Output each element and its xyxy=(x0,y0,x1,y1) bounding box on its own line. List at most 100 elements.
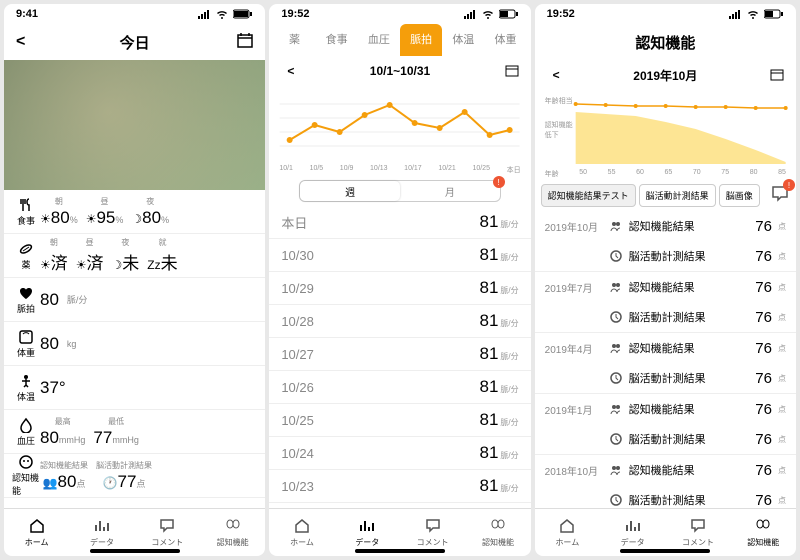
scale-icon xyxy=(18,329,34,345)
nav-cognition[interactable]: 認知機能 xyxy=(731,509,796,556)
row-unit: 脈/分 xyxy=(500,253,518,262)
wifi-icon xyxy=(215,9,229,19)
nav-cognition[interactable]: 認知機能 xyxy=(200,509,265,556)
back-button[interactable]: < xyxy=(16,33,25,51)
row-score: 76 xyxy=(755,279,772,296)
row-unit: 点 xyxy=(778,465,786,476)
status-indicators xyxy=(197,9,253,19)
history-row[interactable]: 脳活動計測結果76点 xyxy=(535,302,796,332)
tab-medicine[interactable]: 薬 xyxy=(273,24,315,56)
chat-button[interactable]: ! xyxy=(770,184,790,204)
tab-pulse[interactable]: 脈拍 xyxy=(400,24,442,56)
row-unit: 点 xyxy=(778,404,786,415)
metric-bp[interactable]: 血圧 最高80mmHg 最低77mmHg xyxy=(4,410,265,454)
clock-icon xyxy=(609,493,623,507)
people-icon xyxy=(609,219,623,233)
metric-pulse[interactable]: 脈拍 80脈/分 xyxy=(4,278,265,322)
history-row[interactable]: 脳活動計測結果76点 xyxy=(535,363,796,393)
data-row[interactable]: 10/2481脈/分 xyxy=(269,437,530,470)
nav-cognition[interactable]: 認知機能 xyxy=(465,509,530,556)
header: 認知機能 xyxy=(535,24,796,60)
row-label: 認知機能結果 xyxy=(629,462,695,478)
seg-month[interactable]: 月 xyxy=(400,181,500,201)
data-row[interactable]: 本日81脈/分 xyxy=(269,206,530,239)
wifi-icon xyxy=(481,9,495,19)
row-value: 81 xyxy=(480,311,499,330)
data-row[interactable]: 10/2581脈/分 xyxy=(269,404,530,437)
data-row[interactable]: 10/26 81脈/分 xyxy=(269,371,530,404)
tab-temp[interactable]: 体温 xyxy=(442,24,484,56)
tab-cog-test[interactable]: 認知機能結果テスト xyxy=(541,184,636,207)
tab-weight[interactable]: 体重 xyxy=(484,24,526,56)
row-score: 76 xyxy=(755,370,772,387)
history-row[interactable]: 脳活動計測結果76点 xyxy=(535,424,796,454)
row-date: 10/23 xyxy=(281,479,314,494)
wifi-icon xyxy=(746,9,760,19)
metric-cognition[interactable]: 認知機能 認知機能結果👥80点 脳活動計測結果🕐77点 xyxy=(4,454,265,498)
date-range: 10/1~10/31 xyxy=(370,64,430,78)
group-month: 2018年10月 xyxy=(545,463,603,478)
meal-icon xyxy=(18,197,34,213)
history-row[interactable]: 2018年10月認知機能結果76点 xyxy=(535,455,796,485)
metric-medicine[interactable]: 薬 朝☀済 昼☀済 夜☽未 就Zz未 xyxy=(4,234,265,278)
row-label: 脳活動計測結果 xyxy=(629,492,706,508)
history-row[interactable]: 2019年1月認知機能結果76点 xyxy=(535,394,796,424)
data-row[interactable]: 10/2381脈/分 xyxy=(269,470,530,503)
row-label: 脳活動計測結果 xyxy=(629,248,706,264)
tab-bp[interactable]: 血圧 xyxy=(358,24,400,56)
history-row[interactable]: 脳活動計測結果76点 xyxy=(535,241,796,271)
status-bar: 9:41 xyxy=(4,4,265,24)
calendar-button[interactable] xyxy=(505,63,519,80)
row-label: 認知機能結果 xyxy=(629,218,695,234)
status-indicators xyxy=(728,9,784,19)
row-unit: 脈/分 xyxy=(500,220,518,229)
battery-icon xyxy=(233,9,253,19)
pulse-chart: 10/110/510/910/1310/1710/2110/25本日 xyxy=(269,86,530,176)
nav-home[interactable]: ホーム xyxy=(269,509,334,556)
metric-meal[interactable]: 食事 朝☀80% 昼☀95% 夜☽80% xyxy=(4,190,265,234)
comment-icon xyxy=(689,517,707,535)
row-label: 認知機能結果 xyxy=(629,279,695,295)
seg-week[interactable]: 週 xyxy=(300,181,400,201)
clock-icon xyxy=(609,432,623,446)
calendar-button[interactable] xyxy=(770,67,784,84)
data-row[interactable]: 10/3081脈/分 xyxy=(269,239,530,272)
heart-icon xyxy=(18,285,34,301)
brain-icon xyxy=(224,517,242,535)
category-tabs: 薬 食事 血圧 脈拍 体温 体重 xyxy=(269,24,530,56)
data-row[interactable]: 10/2881脈/分 xyxy=(269,305,530,338)
history-row[interactable]: 2019年10月認知機能結果76点 xyxy=(535,211,796,241)
data-row[interactable]: 10/2981脈/分 xyxy=(269,272,530,305)
history-row[interactable]: 2019年4月認知機能結果76点 xyxy=(535,333,796,363)
prev-range-button[interactable]: < xyxy=(553,68,560,82)
row-score: 76 xyxy=(755,340,772,357)
row-unit: 点 xyxy=(778,221,786,232)
row-value: 81 xyxy=(480,443,499,462)
row-date: 10/26 xyxy=(281,380,314,395)
row-label: 脳活動計測結果 xyxy=(629,370,706,386)
prev-range-button[interactable]: < xyxy=(287,64,294,78)
nav-home[interactable]: ホーム xyxy=(535,509,600,556)
status-time: 19:52 xyxy=(547,8,575,20)
row-unit: 脈/分 xyxy=(500,451,518,460)
tab-brain-activity[interactable]: 脳活動計測結果 xyxy=(639,184,716,207)
row-unit: 点 xyxy=(778,343,786,354)
row-value: 81 xyxy=(480,245,499,264)
row-unit: 脈/分 xyxy=(500,385,518,394)
metric-weight[interactable]: 体重 80kg xyxy=(4,322,265,366)
date-range-header: < 10/1~10/31 xyxy=(269,56,530,86)
calendar-button[interactable] xyxy=(237,32,253,52)
row-score: 76 xyxy=(755,309,772,326)
tab-meal[interactable]: 食事 xyxy=(316,24,358,56)
data-row[interactable]: 10/2781脈/分 xyxy=(269,338,530,371)
history-group: 2019年1月認知機能結果76点脳活動計測結果76点 xyxy=(535,394,796,455)
row-score: 76 xyxy=(755,248,772,265)
metric-temp[interactable]: 体温 37° xyxy=(4,366,265,410)
row-value: 81 xyxy=(480,377,499,396)
history-row[interactable]: 2019年7月認知機能結果76点 xyxy=(535,272,796,302)
nav-home[interactable]: ホーム xyxy=(4,509,69,556)
status-bar: 19:52 xyxy=(535,4,796,24)
history-row[interactable]: 脳活動計測結果76点 xyxy=(535,485,796,508)
tab-brain-image[interactable]: 脳画像 xyxy=(719,184,760,207)
row-unit: 脈/分 xyxy=(500,484,518,493)
